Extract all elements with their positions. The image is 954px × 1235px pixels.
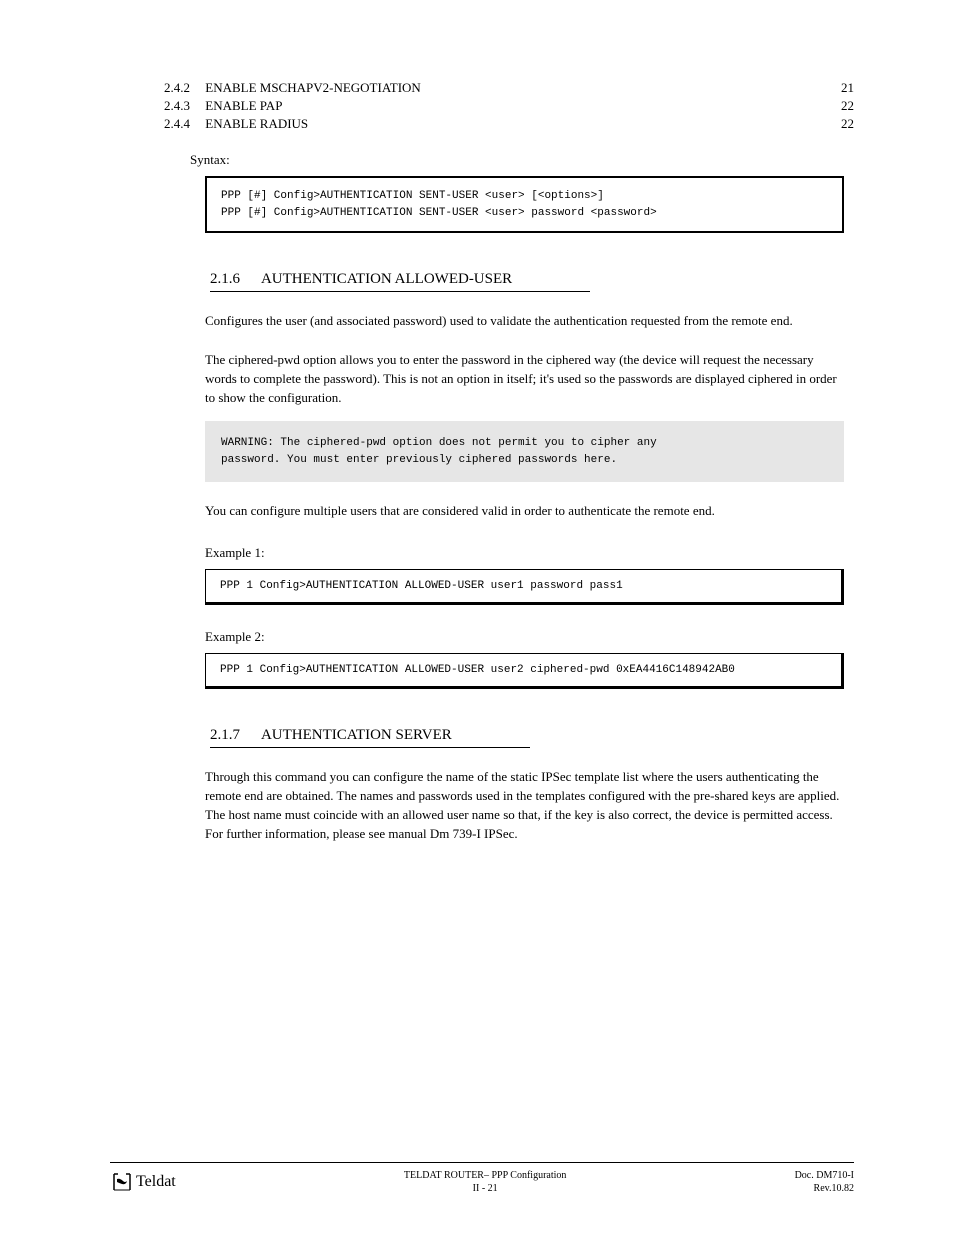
subsection-num: 2.1.7 (210, 727, 240, 743)
code-line: PPP 1 Config>AUTHENTICATION ALLOWED-USER… (220, 664, 735, 676)
example-label: Example 1: (205, 545, 854, 561)
toc-entry: 2.4.3 ENABLE PAP 22 (130, 98, 854, 114)
warning-line: password. You must enter previously ciph… (221, 452, 828, 469)
bird-icon (110, 1172, 134, 1192)
code-line: PPP [#] Config>AUTHENTICATION SENT-USER … (221, 205, 828, 222)
toc-num: 2.4.3 (130, 98, 190, 114)
subsection-heading-allowed-user: 2.1.6 AUTHENTICATION ALLOWED-USER (210, 271, 590, 292)
warning-line: WARNING: The ciphered-pwd option does no… (221, 435, 828, 452)
toc-text: ENABLE MSCHAPV2-NEGOTIATION (205, 80, 421, 95)
brand-text: Teldat (136, 1173, 176, 1191)
footer-page-number: II - 21 (176, 1182, 795, 1195)
toc-page: 22 (841, 116, 854, 132)
footer-right: Doc. DM710-I Rev.10.82 (795, 1169, 854, 1195)
paragraph: The ciphered-pwd option allows you to en… (205, 351, 844, 408)
footer-center: TELDAT ROUTER– PPP Configuration II - 21 (176, 1169, 795, 1195)
footer-doc-id: Doc. DM710-I (795, 1169, 854, 1182)
toc-page: 22 (841, 98, 854, 114)
toc-entry: 2.4.2 ENABLE MSCHAPV2-NEGOTIATION 21 (130, 80, 854, 96)
code-line: PPP [#] Config>AUTHENTICATION SENT-USER … (221, 188, 828, 205)
subsection-heading-server: 2.1.7 AUTHENTICATION SERVER (210, 727, 530, 748)
toc-num: 2.4.2 (130, 80, 190, 96)
warning-box: WARNING: The ciphered-pwd option does no… (205, 421, 844, 482)
toc-entry: 2.4.4 ENABLE RADIUS 22 (130, 116, 854, 132)
syntax-code-block: PPP [#] Config>AUTHENTICATION SENT-USER … (205, 176, 844, 233)
example-code-block: PPP 1 Config>AUTHENTICATION ALLOWED-USER… (205, 569, 844, 605)
footer-revision: Rev.10.82 (795, 1182, 854, 1195)
paragraph: Configures the user (and associated pass… (205, 312, 844, 331)
subsection-title: AUTHENTICATION SERVER (261, 727, 452, 743)
subsection-title: AUTHENTICATION ALLOWED-USER (261, 271, 512, 287)
paragraph: Through this command you can configure t… (205, 768, 844, 843)
toc-text: ENABLE PAP (205, 98, 282, 113)
example-label: Example 2: (205, 629, 854, 645)
brand-logo: Teldat (110, 1172, 176, 1192)
subsection-num: 2.1.6 (210, 271, 240, 287)
example-code-block: PPP 1 Config>AUTHENTICATION ALLOWED-USER… (205, 653, 844, 689)
footer-doc-title: TELDAT ROUTER– PPP Configuration (176, 1169, 795, 1182)
toc-num: 2.4.4 (130, 116, 190, 132)
page-footer: Teldat TELDAT ROUTER– PPP Configuration … (110, 1162, 854, 1195)
syntax-label: Syntax: (190, 152, 854, 168)
toc-page: 21 (841, 80, 854, 96)
code-line: PPP 1 Config>AUTHENTICATION ALLOWED-USER… (220, 580, 623, 592)
paragraph: You can configure multiple users that ar… (205, 502, 844, 521)
toc-text: ENABLE RADIUS (205, 116, 308, 131)
